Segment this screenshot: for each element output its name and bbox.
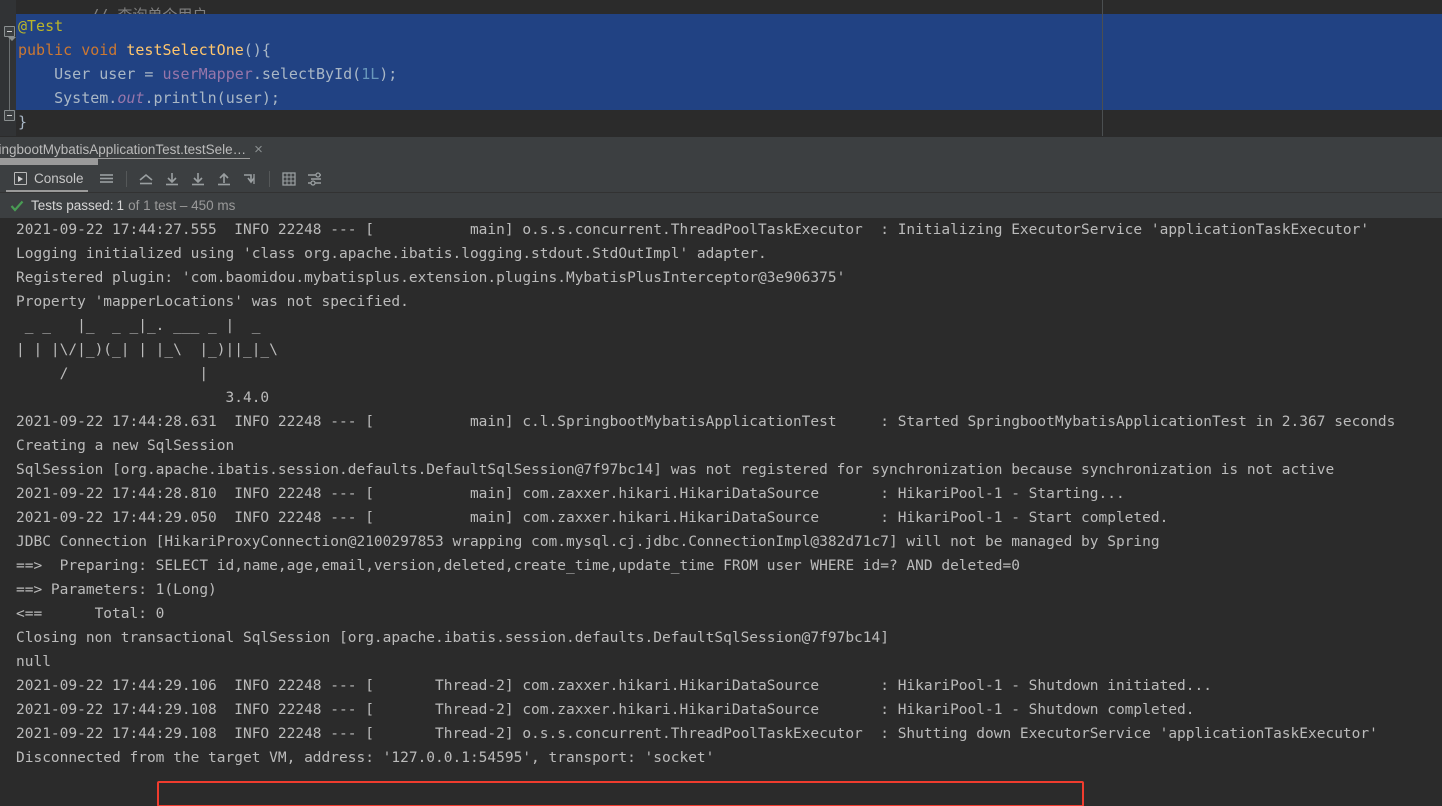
console-icon — [14, 172, 27, 185]
test-status-bar: Tests passed: 1 of 1 test – 450 ms — [0, 193, 1442, 218]
log-line: 2021-09-22 17:44:29.106 INFO 22248 --- [… — [16, 678, 1212, 694]
ide-window: // 查询单个用户 @Test public void testSelectOne… — [0, 0, 1442, 806]
log-line: ==> Parameters: 1(Long) — [16, 582, 217, 598]
code-token: 1L — [361, 65, 380, 83]
log-line: 2021-09-22 17:44:28.810 INFO 22248 --- [… — [16, 486, 1125, 502]
toolbar-separator-2 — [268, 170, 270, 187]
log-line: Creating a new SqlSession — [16, 438, 235, 454]
code-token: testSelectOne — [126, 41, 244, 59]
code-token: } — [18, 113, 28, 131]
code-line[interactable]: public void testSelectOne(){ — [16, 38, 1442, 62]
code-token: @Test — [18, 17, 64, 35]
code-token: System. — [18, 89, 118, 107]
code-line-comment[interactable]: // 查询单个用户 — [16, 0, 1442, 14]
log-line: <== Total: 0 — [16, 606, 165, 622]
close-icon[interactable]: × — [254, 142, 263, 157]
log-line: SqlSession [org.apache.ibatis.session.de… — [16, 462, 1335, 478]
run-tab-label: ringbootMybatisApplicationTest.testSele… — [0, 141, 247, 157]
code-lines[interactable]: @Test public void testSelectOne(){ User u… — [16, 14, 1442, 134]
log-line: | | |\/|_)(_| | |_\ |_)||_|_\ — [16, 342, 287, 358]
code-token: .selectById( — [252, 65, 362, 83]
arrow-up-bar-icon[interactable] — [213, 168, 235, 190]
code-line[interactable]: User user = userMapper.selectById(1L); — [16, 62, 1442, 86]
run-tab-bar[interactable]: ringbootMybatisApplicationTest.testSele…… — [0, 136, 1442, 161]
fold-marker-close[interactable] — [4, 110, 15, 121]
code-token: public — [18, 41, 73, 59]
code-line[interactable]: } — [16, 110, 1442, 134]
log-line: 2021-09-22 17:44:29.108 INFO 22248 --- [… — [16, 726, 1378, 742]
code-token: .println(user); — [144, 89, 280, 107]
editor-gutter[interactable] — [0, 0, 16, 136]
log-line: 3.4.0 — [16, 390, 278, 406]
fold-marker-open[interactable] — [4, 26, 16, 41]
sliders-icon[interactable] — [304, 168, 326, 190]
log-line-list[interactable]: 2021-09-22 17:44:27.555 INFO 22248 --- [… — [16, 218, 1442, 770]
fold-connector-line — [9, 30, 10, 114]
tab-console[interactable]: Console — [0, 165, 94, 192]
console-toolbar[interactable]: Console — [0, 165, 1442, 193]
sql-highlight-box — [157, 781, 1084, 806]
arrow-up-to-line-icon[interactable] — [135, 168, 157, 190]
toolbar-separator-1 — [125, 170, 127, 187]
code-editor[interactable]: // 查询单个用户 @Test public void testSelectOne… — [0, 0, 1442, 136]
log-line: Disconnected from the target VM, address… — [16, 750, 715, 766]
arrow-down-icon[interactable] — [161, 168, 183, 190]
right-margin-guide — [1102, 0, 1103, 136]
code-area[interactable]: // 查询单个用户 @Test public void testSelectOne… — [16, 0, 1442, 136]
arrow-to-cursor-icon[interactable] — [239, 168, 261, 190]
log-line: 2021-09-22 17:44:29.108 INFO 22248 --- [… — [16, 702, 1195, 718]
tab-console-label: Console — [34, 171, 84, 186]
log-line: / | — [16, 366, 287, 382]
code-token: void — [81, 41, 118, 59]
log-line: Logging initialized using 'class org.apa… — [16, 246, 767, 262]
arrow-down-bar-icon[interactable] — [187, 168, 209, 190]
log-line: Closing non transactional SqlSession [or… — [16, 630, 889, 646]
code-line[interactable]: @Test — [16, 14, 1442, 38]
log-line: Property 'mapperLocations' was not speci… — [16, 294, 409, 310]
console-output[interactable]: 2021-09-22 17:44:27.123 INFO 22248 --- [… — [0, 218, 1442, 806]
code-token: ); — [379, 65, 398, 83]
hamburger-lines-icon[interactable] — [96, 168, 118, 190]
log-line: ==> Preparing: SELECT id,name,age,email,… — [16, 558, 1020, 574]
code-token: userMapper — [162, 65, 253, 83]
code-line[interactable]: System.out.println(user); — [16, 86, 1442, 110]
test-status-detail: of 1 test – 450 ms — [128, 198, 236, 213]
code-token: out — [117, 89, 145, 107]
log-line: JDBC Connection [HikariProxyConnection@2… — [16, 534, 1160, 550]
log-line: 2021-09-22 17:44:27.555 INFO 22248 --- [… — [16, 222, 1370, 238]
log-line: _ _ |_ _ _|_. ___ _ | _ — [16, 318, 270, 334]
grid-icon[interactable] — [278, 168, 300, 190]
code-token: (){ — [243, 41, 271, 59]
code-token: User user = — [18, 65, 163, 83]
comment-text: // 查询单个用户 — [90, 6, 207, 15]
log-line: Registered plugin: 'com.baomidou.mybatis… — [16, 270, 846, 286]
log-line: null — [16, 654, 51, 670]
green-check-icon — [10, 200, 24, 212]
log-line: 2021-09-22 17:44:29.050 INFO 22248 --- [… — [16, 510, 1169, 526]
test-status-label: Tests passed: — [31, 198, 114, 213]
log-line: 2021-09-22 17:44:28.631 INFO 22248 --- [… — [16, 414, 1396, 430]
test-status-count: 1 — [116, 198, 125, 213]
